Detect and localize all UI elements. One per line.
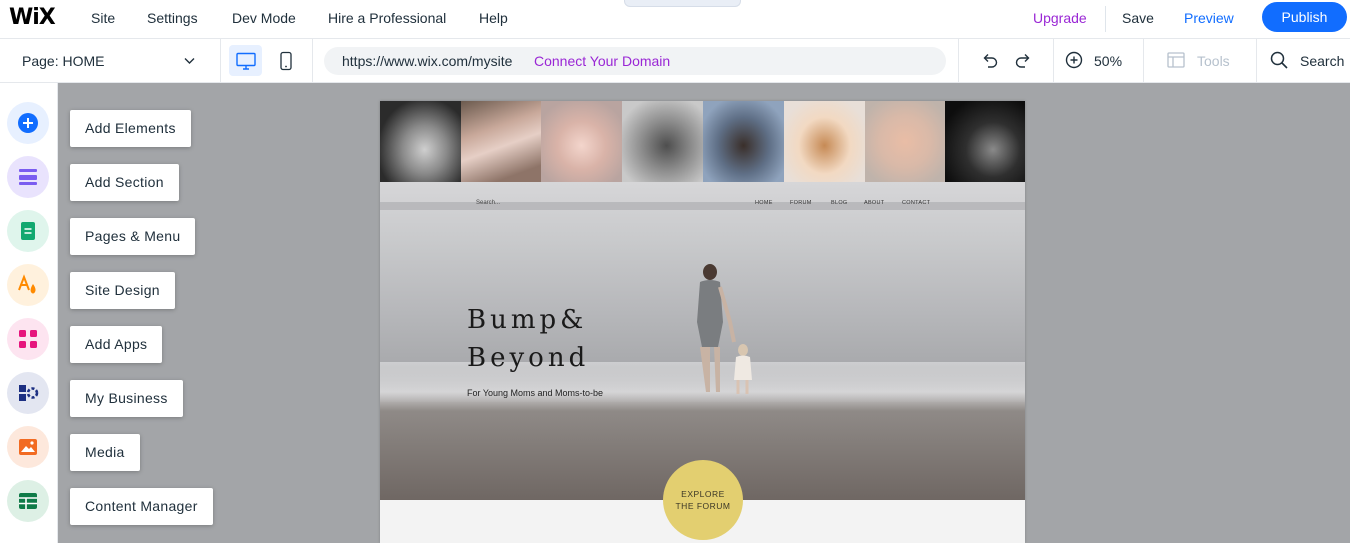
divider bbox=[1053, 39, 1054, 83]
publish-button[interactable]: Publish bbox=[1262, 2, 1347, 32]
gallery-image bbox=[703, 101, 784, 182]
add-elements-button[interactable] bbox=[7, 102, 49, 144]
site-design-button[interactable] bbox=[7, 264, 49, 306]
zoom-in-icon[interactable] bbox=[1064, 50, 1084, 70]
page-selector[interactable]: Page: HOME bbox=[0, 39, 221, 83]
add-section-button[interactable] bbox=[7, 156, 49, 198]
divider bbox=[1105, 6, 1106, 32]
site-nav-about[interactable]: ABOUT bbox=[864, 200, 884, 206]
menu-dev-mode[interactable]: Dev Mode bbox=[232, 10, 296, 26]
hero-section[interactable]: Search... HOME FORUM BLOG ABOUT CONTACT … bbox=[380, 182, 1025, 500]
undo-icon[interactable] bbox=[980, 50, 1000, 70]
top-bar: WiX Site Settings Dev Mode Hire a Profes… bbox=[0, 0, 1350, 39]
divider bbox=[958, 39, 959, 83]
gallery-image bbox=[622, 101, 703, 182]
gallery-image bbox=[945, 101, 1025, 182]
connect-domain-link[interactable]: Connect Your Domain bbox=[534, 53, 670, 69]
wix-logo[interactable]: WiX bbox=[9, 5, 56, 30]
my-business-label[interactable]: My Business bbox=[70, 380, 183, 417]
url-bar: https://www.wix.com/mysite Connect Your … bbox=[324, 47, 946, 75]
desktop-view-button[interactable] bbox=[229, 45, 262, 76]
mobile-view-button[interactable] bbox=[269, 45, 302, 76]
gallery-image bbox=[784, 101, 865, 182]
apps-icon bbox=[19, 330, 37, 348]
mother-child-figure bbox=[697, 264, 752, 394]
media-button[interactable] bbox=[7, 426, 49, 468]
my-business-button[interactable] bbox=[7, 372, 49, 414]
media-label[interactable]: Media bbox=[70, 434, 140, 471]
notification-tab[interactable] bbox=[624, 0, 741, 7]
menu-help[interactable]: Help bbox=[479, 10, 508, 26]
site-nav-blog[interactable]: BLOG bbox=[831, 200, 847, 206]
search-label[interactable]: Search bbox=[1300, 53, 1344, 69]
editor-toolbar: Page: HOME https://www.wix.com/mysite Co… bbox=[0, 39, 1350, 83]
tools-label[interactable]: Tools bbox=[1197, 53, 1230, 69]
redo-icon[interactable] bbox=[1013, 50, 1033, 70]
cta-line-2: THE FORUM bbox=[675, 501, 731, 511]
tools-icon[interactable] bbox=[1166, 50, 1186, 70]
site-tagline[interactable]: For Young Moms and Moms-to-be bbox=[467, 388, 603, 398]
save-button[interactable]: Save bbox=[1122, 10, 1154, 26]
design-icon bbox=[18, 274, 36, 294]
upgrade-link[interactable]: Upgrade bbox=[1033, 10, 1087, 26]
explore-forum-button[interactable]: EXPLORE THE FORUM bbox=[663, 460, 743, 540]
cta-line-1: EXPLORE bbox=[681, 489, 725, 499]
site-brand-line2[interactable]: Beyond bbox=[467, 343, 589, 373]
add-section-label[interactable]: Add Section bbox=[70, 164, 179, 201]
add-elements-label[interactable]: Add Elements bbox=[70, 110, 191, 147]
site-nav-home[interactable]: HOME bbox=[755, 200, 773, 206]
site-preview[interactable]: Search... HOME FORUM BLOG ABOUT CONTACT … bbox=[380, 101, 1025, 543]
menu-site[interactable]: Site bbox=[91, 10, 115, 26]
mobile-icon bbox=[279, 51, 292, 70]
gallery-image bbox=[380, 101, 461, 182]
gallery-image bbox=[541, 101, 622, 182]
add-apps-button[interactable] bbox=[7, 318, 49, 360]
media-icon bbox=[19, 439, 37, 455]
cms-icon bbox=[19, 493, 37, 509]
left-sidebar bbox=[0, 83, 58, 543]
gallery-image bbox=[865, 101, 945, 182]
preview-button[interactable]: Preview bbox=[1184, 10, 1234, 26]
menu-hire-professional[interactable]: Hire a Professional bbox=[328, 10, 446, 26]
business-icon bbox=[19, 385, 39, 401]
divider bbox=[1256, 39, 1257, 83]
chevron-down-icon bbox=[184, 58, 195, 64]
site-url: https://www.wix.com/mysite bbox=[342, 53, 513, 69]
page-selector-label: Page: HOME bbox=[22, 53, 105, 69]
gallery-image bbox=[461, 101, 541, 182]
site-nav-forum[interactable]: FORUM bbox=[790, 200, 812, 206]
content-manager-button[interactable] bbox=[7, 480, 49, 522]
pages-menu-label[interactable]: Pages & Menu bbox=[70, 218, 196, 255]
divider bbox=[1143, 39, 1144, 83]
plus-icon bbox=[18, 113, 38, 133]
section-icon bbox=[19, 169, 37, 185]
zoom-level[interactable]: 50% bbox=[1094, 53, 1122, 69]
desktop-icon bbox=[235, 52, 256, 70]
site-design-label[interactable]: Site Design bbox=[70, 272, 175, 309]
menu-settings[interactable]: Settings bbox=[147, 10, 198, 26]
site-nav-contact[interactable]: CONTACT bbox=[902, 200, 930, 206]
search-icon[interactable] bbox=[1269, 50, 1289, 70]
photo-strip[interactable] bbox=[380, 101, 1025, 182]
site-search[interactable]: Search... bbox=[476, 200, 500, 206]
add-apps-label[interactable]: Add Apps bbox=[70, 326, 163, 363]
pages-menu-button[interactable] bbox=[7, 210, 49, 252]
content-manager-label[interactable]: Content Manager bbox=[70, 488, 213, 525]
page-icon bbox=[21, 222, 35, 240]
site-brand-line1[interactable]: Bump& bbox=[467, 305, 587, 335]
device-switcher bbox=[221, 39, 313, 83]
